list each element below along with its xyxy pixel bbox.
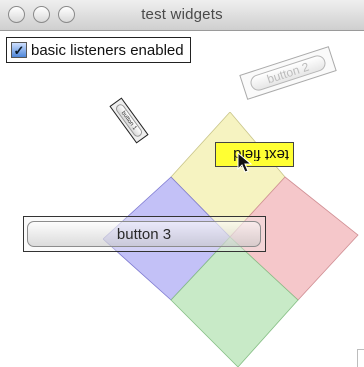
basic-listeners-toggle[interactable]: ✓ basic listeners enabled <box>6 37 191 63</box>
resize-corner[interactable] <box>357 349 364 367</box>
button-3-label: button 3 <box>27 221 261 247</box>
mouse-pointer-icon <box>237 152 253 173</box>
listeners-label: basic listeners enabled <box>31 41 184 59</box>
titlebar: test widgets <box>0 0 364 31</box>
window-title: test widgets <box>141 6 223 23</box>
test-widgets-window: test widgets ✓ basic listeners enabled b… <box>0 0 364 367</box>
button-2[interactable]: button 2 <box>239 46 337 100</box>
listeners-checkbox[interactable]: ✓ <box>11 42 27 58</box>
button-3[interactable]: button 3 <box>23 216 266 252</box>
button-2-label: button 2 <box>248 53 328 93</box>
text-field[interactable]: text field <box>215 142 294 167</box>
